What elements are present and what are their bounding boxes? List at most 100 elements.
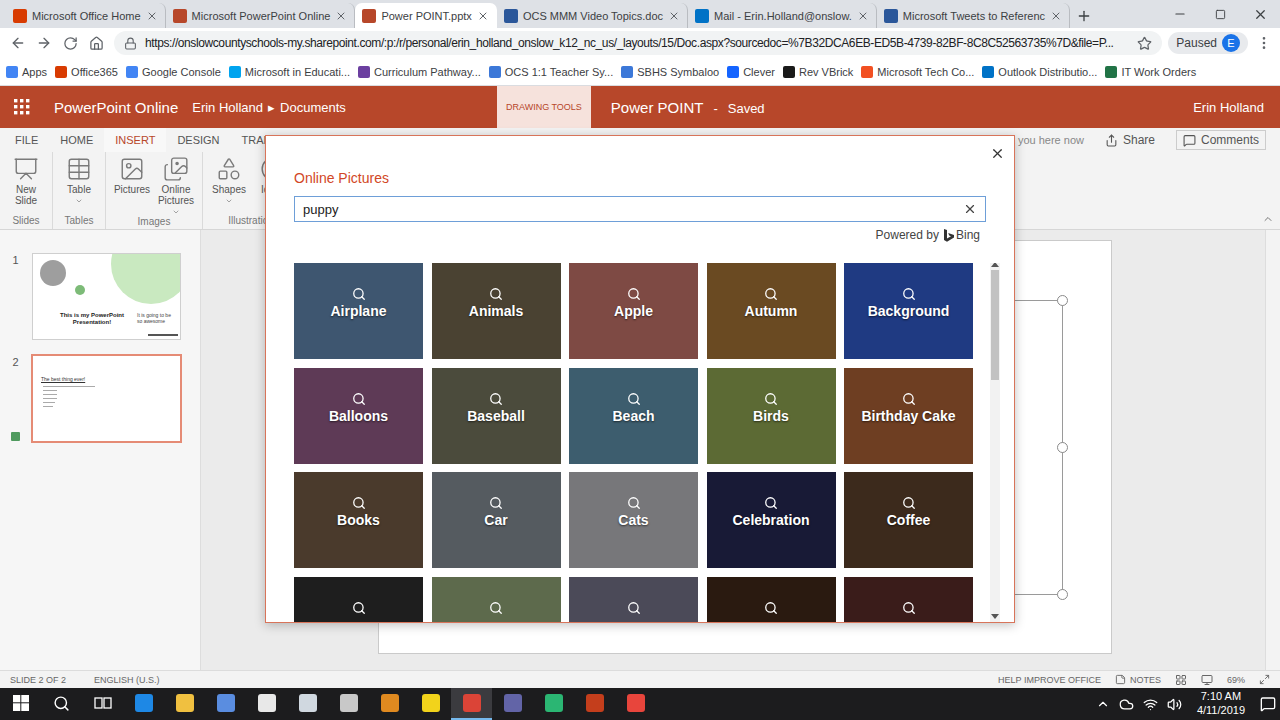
dialog-close-button[interactable] <box>988 144 1006 162</box>
comments-button[interactable]: Comments <box>1176 130 1266 150</box>
bookmark[interactable]: IT Work Orders <box>1105 66 1196 78</box>
bookmark[interactable]: Microsoft in Educati... <box>229 66 350 78</box>
bookmark[interactable]: Curriculum Pathway... <box>358 66 481 78</box>
ribbon-button[interactable]: Table <box>58 156 100 215</box>
ribbon-tab[interactable]: FILE <box>4 128 49 152</box>
document-title[interactable]: Power POINT-Saved <box>591 99 765 116</box>
clock[interactable]: 7:10 AM4/11/2019 <box>1191 690 1251 718</box>
home-button[interactable] <box>84 31 108 55</box>
resize-handle[interactable] <box>1057 589 1068 600</box>
breadcrumb-item[interactable]: Erin Holland <box>192 100 263 115</box>
tab-close-icon[interactable] <box>1050 10 1062 22</box>
taskbar-item[interactable] <box>164 688 205 720</box>
forward-button[interactable] <box>32 31 56 55</box>
bookmark[interactable]: Office365 <box>55 66 118 78</box>
browser-tab[interactable]: Power POINT.pptx <box>355 3 496 28</box>
taskbar-item[interactable] <box>574 688 615 720</box>
taskbar-item[interactable] <box>533 688 574 720</box>
category-tile[interactable] <box>432 577 561 623</box>
taskbar-item[interactable] <box>369 688 410 720</box>
taskbar-item[interactable] <box>41 688 82 720</box>
resize-handle[interactable] <box>1057 442 1068 453</box>
ribbon-tab[interactable]: DESIGN <box>166 128 230 152</box>
reading-view-icon[interactable] <box>1201 674 1213 686</box>
zoom-level[interactable]: 69% <box>1227 675 1245 685</box>
bookmark[interactable]: OCS 1:1 Teacher Sy... <box>489 66 613 78</box>
bookmark[interactable]: Clever <box>727 66 775 78</box>
reload-button[interactable] <box>58 31 82 55</box>
language[interactable]: ENGLISH (U.S.) <box>94 675 160 685</box>
tab-close-icon[interactable] <box>335 10 347 22</box>
breadcrumb-item[interactable]: Documents <box>280 100 346 115</box>
category-tile[interactable] <box>707 577 836 623</box>
taskbar-item[interactable] <box>451 688 492 720</box>
taskbar-item[interactable] <box>82 688 123 720</box>
search-input[interactable]: puppy <box>294 196 986 222</box>
taskbar-item[interactable] <box>410 688 451 720</box>
notification-icon[interactable] <box>1260 696 1276 712</box>
minimize-button[interactable] <box>1160 0 1200 28</box>
ribbon-tab[interactable]: HOME <box>49 128 104 152</box>
maximize-button[interactable] <box>1200 0 1240 28</box>
taskbar-item[interactable] <box>287 688 328 720</box>
category-tile[interactable] <box>569 577 698 623</box>
taskbar-item[interactable] <box>123 688 164 720</box>
taskbar-item[interactable] <box>615 688 656 720</box>
browser-tab[interactable]: Mail - Erin.Holland@onslow. <box>688 3 877 28</box>
category-tile[interactable]: Car <box>432 472 561 568</box>
category-tile[interactable]: Background <box>844 263 973 359</box>
gallery-scrollbar[interactable] <box>990 263 1000 622</box>
bookmark[interactable]: Apps <box>6 66 47 78</box>
fit-slide-icon[interactable] <box>1259 674 1270 685</box>
tab-close-icon[interactable] <box>146 10 158 22</box>
tab-close-icon[interactable] <box>857 10 869 22</box>
ribbon-button[interactable]: New Slide <box>5 156 47 215</box>
bookmark[interactable]: Rev VBrick <box>783 66 853 78</box>
back-button[interactable] <box>6 31 30 55</box>
category-tile[interactable]: Balloons <box>294 368 423 464</box>
taskbar-item[interactable] <box>246 688 287 720</box>
taskbar-item[interactable] <box>328 688 369 720</box>
category-tile[interactable] <box>294 577 423 623</box>
taskbar-item[interactable] <box>205 688 246 720</box>
category-tile[interactable]: Coffee <box>844 472 973 568</box>
browser-tab[interactable]: Microsoft PowerPoint Online <box>166 3 356 28</box>
notes-button[interactable]: NOTES <box>1115 674 1161 685</box>
bookmark[interactable]: SBHS Symbaloo <box>621 66 719 78</box>
category-tile[interactable]: Airplane <box>294 263 423 359</box>
new-tab-button[interactable] <box>1070 3 1098 28</box>
resize-handle[interactable] <box>1057 295 1068 306</box>
category-tile[interactable]: Celebration <box>707 472 836 568</box>
chevron-up-icon[interactable] <box>1096 697 1110 711</box>
category-tile[interactable]: Beach <box>569 368 698 464</box>
bookmark[interactable]: Outlook Distributio... <box>982 66 1097 78</box>
category-tile[interactable]: Birthday Cake <box>844 368 973 464</box>
panel-splitter[interactable] <box>200 230 210 670</box>
tab-close-icon[interactable] <box>477 10 489 22</box>
app-launcher-icon[interactable] <box>14 99 30 115</box>
ribbon-button[interactable]: Shapes <box>208 156 250 215</box>
share-button[interactable]: Share <box>1098 130 1162 150</box>
slide-thumbnail[interactable]: This is my PowerPoint Presentation!It is… <box>31 252 182 341</box>
taskbar-item[interactable] <box>0 688 41 720</box>
taskbar-item[interactable] <box>492 688 533 720</box>
category-tile[interactable]: Cats <box>569 472 698 568</box>
star-icon[interactable] <box>1137 36 1152 51</box>
bookmark[interactable]: Microsoft Tech Co... <box>861 66 974 78</box>
context-tab[interactable]: DRAWING TOOLS <box>497 86 591 128</box>
close-window-button[interactable] <box>1240 0 1280 28</box>
category-tile[interactable]: Baseball <box>432 368 561 464</box>
browser-tab[interactable]: OCS MMM Video Topics.doc <box>497 3 688 28</box>
browser-menu-button[interactable] <box>1254 35 1274 51</box>
ribbon-button[interactable]: Online Pictures <box>155 156 197 216</box>
browser-tab[interactable]: Microsoft Office Home <box>6 3 166 28</box>
onedrive-icon[interactable] <box>1119 697 1134 712</box>
tab-close-icon[interactable] <box>668 10 680 22</box>
help-improve[interactable]: HELP IMPROVE OFFICE <box>998 675 1101 685</box>
browser-tab[interactable]: Microsoft Tweets to Referenc <box>877 3 1070 28</box>
ribbon-button[interactable]: Pictures <box>111 156 153 216</box>
wifi-icon[interactable] <box>1143 697 1158 712</box>
profile-button[interactable]: PausedE <box>1168 32 1248 54</box>
bookmark[interactable]: Google Console <box>126 66 221 78</box>
category-tile[interactable]: Animals <box>432 263 561 359</box>
